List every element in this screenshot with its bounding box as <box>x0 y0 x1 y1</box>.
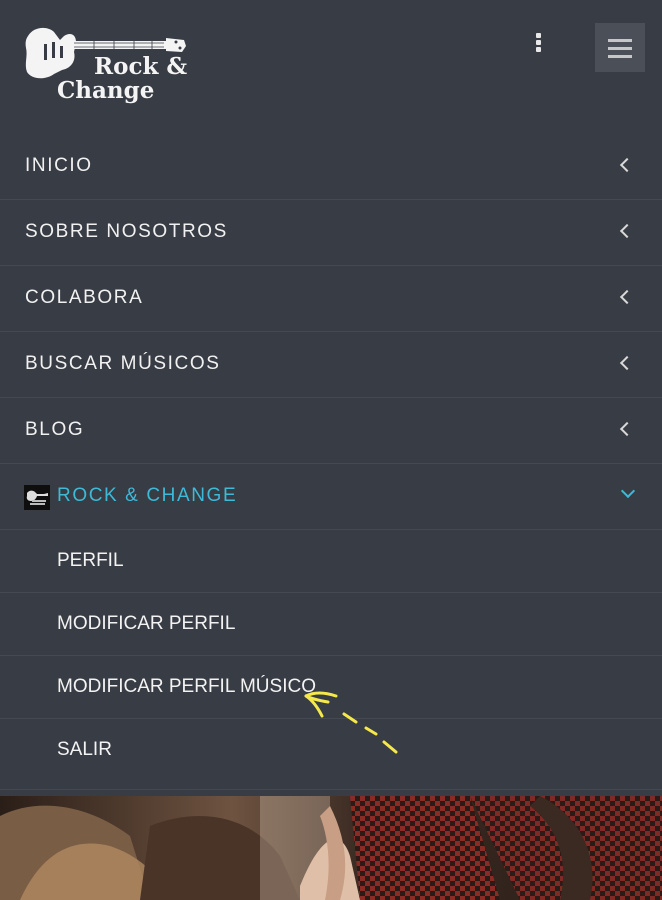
nav-item-label: INICIO <box>25 155 93 176</box>
nav-item-buscar-musicos[interactable]: BUSCAR MÚSICOS <box>0 332 662 398</box>
submenu-item-label: MODIFICAR PERFIL MÚSICO <box>57 676 316 697</box>
guitar-logo-icon: Rock & Change <box>25 27 187 104</box>
submenu-item-perfil[interactable]: PERFIL <box>0 530 662 593</box>
nav-item-label: BUSCAR MÚSICOS <box>25 353 221 374</box>
nav-item-inicio[interactable]: INICIO <box>0 134 662 200</box>
hamburger-icon <box>608 39 632 42</box>
chevron-left-icon[interactable] <box>619 355 635 371</box>
submenu-item-label: PERFIL <box>57 550 124 571</box>
submenu-item-label: MODIFICAR PERFIL <box>57 613 236 634</box>
hamburger-icon-bar <box>608 55 632 58</box>
more-options-button[interactable] <box>528 33 548 59</box>
logo-text-line2: Change <box>57 77 154 104</box>
hamburger-icon-bar <box>608 47 632 50</box>
dot-icon <box>535 40 541 45</box>
logo-text-line1: Rock & <box>94 53 187 80</box>
dot-icon <box>535 33 541 38</box>
chevron-left-icon[interactable] <box>619 223 635 239</box>
dot-icon <box>535 47 541 52</box>
hand-drawn-arrow-icon <box>304 691 398 754</box>
chevron-left-icon[interactable] <box>619 289 635 305</box>
hero-photo <box>0 796 662 900</box>
menu-toggle-button[interactable] <box>595 23 645 72</box>
rock-and-change-thumbnail-icon <box>24 485 50 510</box>
chevron-down-icon[interactable] <box>620 483 636 499</box>
nav-item-colabora[interactable]: COLABORA <box>0 266 662 332</box>
nav-item-label: COLABORA <box>25 287 144 308</box>
submenu-item-label: SALIR <box>57 739 112 760</box>
rock-and-change-logo[interactable]: Rock & Change <box>24 24 189 104</box>
chevron-left-icon[interactable] <box>619 157 635 173</box>
nav-item-label: ROCK & CHANGE <box>57 485 238 506</box>
nav-item-sobre-nosotros[interactable]: SOBRE NOSOTROS <box>0 200 662 266</box>
nav-item-blog[interactable]: BLOG <box>0 398 662 464</box>
site-header: Rock & Change <box>0 0 662 134</box>
nav-item-label: SOBRE NOSOTROS <box>25 221 228 242</box>
chevron-left-icon[interactable] <box>619 421 635 437</box>
nav-item-label: BLOG <box>25 419 85 440</box>
nav-item-rock-and-change[interactable]: ROCK & CHANGE <box>0 464 662 530</box>
submenu-item-modificar-perfil[interactable]: MODIFICAR PERFIL <box>0 593 662 656</box>
